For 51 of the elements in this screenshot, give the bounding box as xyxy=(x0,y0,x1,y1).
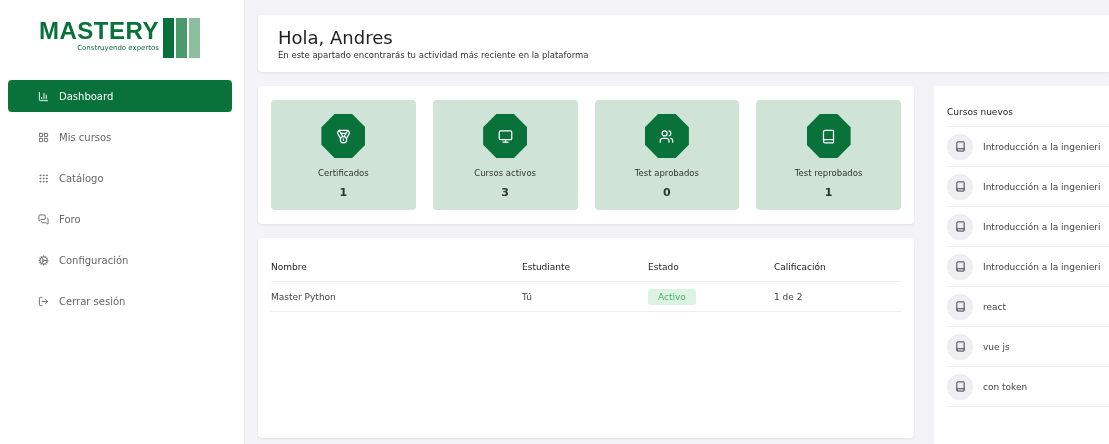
status-badge: Activo xyxy=(648,288,696,305)
stat-label: Test aprobados xyxy=(634,168,699,178)
nav-item[interactable]: Dashboard xyxy=(8,80,232,112)
book-icon xyxy=(947,213,973,240)
logout-icon xyxy=(38,295,49,307)
stat-value: 0 xyxy=(663,186,671,199)
nav-item[interactable]: Catálogo xyxy=(8,162,232,194)
stat-value: 3 xyxy=(501,186,509,199)
column-header: Estudiante xyxy=(522,261,572,272)
column-header: Calificación xyxy=(774,261,827,272)
gear-icon xyxy=(38,254,49,266)
chat-icon xyxy=(38,213,49,225)
logo-name: MASTERY xyxy=(39,18,159,44)
course-name[interactable]: Introducción a la ingenieri xyxy=(983,221,1101,232)
bars-logo-icon xyxy=(162,18,201,58)
course-name[interactable]: con token xyxy=(983,381,1028,392)
users-icon xyxy=(644,114,689,158)
table-cell-text: Master Python xyxy=(271,291,337,302)
nav-item[interactable]: Foro xyxy=(8,203,232,235)
book-icon xyxy=(947,253,973,280)
book-icon xyxy=(947,293,973,320)
course-name[interactable]: Introducción a la ingenieri xyxy=(983,141,1101,152)
book-icon xyxy=(947,133,973,160)
monitor-icon xyxy=(483,114,528,158)
book-icon xyxy=(947,173,973,200)
medal-icon xyxy=(321,114,366,158)
column-header: Nombre xyxy=(271,261,308,272)
course-name[interactable]: Introducción a la ingenieri xyxy=(983,181,1101,192)
stat-label: Certificados xyxy=(318,168,369,178)
stat-label: Cursos activos xyxy=(474,168,537,178)
bar-chart-icon xyxy=(38,90,49,102)
course-name[interactable]: react xyxy=(983,301,1007,312)
stat-value: 1 xyxy=(824,186,833,199)
dots-icon xyxy=(38,172,49,184)
stat-label: Test reprobados xyxy=(794,168,863,178)
stat-value: 1 xyxy=(339,186,348,199)
course-name[interactable]: vue js xyxy=(983,341,1010,352)
table-cell-text: Tú xyxy=(522,291,533,302)
book-icon xyxy=(806,114,851,158)
greeting-subtitle: En este apartado encontrarás tu actividad más reciente en la plataforma xyxy=(278,50,590,60)
new-courses-title: Cursos nuevos xyxy=(947,98,1109,127)
book-icon xyxy=(947,373,973,400)
greeting-title: Hola, Andres xyxy=(278,27,394,48)
nav-item[interactable]: Cerrar sesión xyxy=(8,285,232,317)
book-icon xyxy=(947,333,973,360)
nav-item[interactable]: Configuración xyxy=(8,244,232,276)
column-header: Estado xyxy=(648,261,680,272)
grid-icon xyxy=(38,131,49,143)
nav-item[interactable]: Mis cursos xyxy=(8,121,232,153)
course-name[interactable]: Introducción a la ingenieri xyxy=(983,261,1101,272)
table-cell-text: 1 de 2 xyxy=(774,291,804,302)
